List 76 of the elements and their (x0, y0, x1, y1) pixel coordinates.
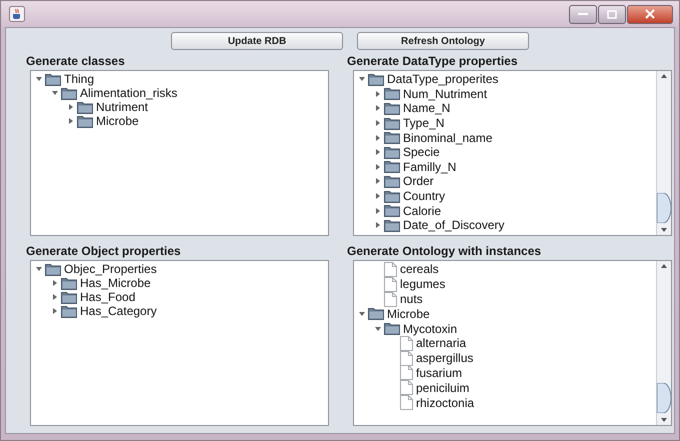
minimize-icon (578, 12, 588, 16)
tree-item[interactable]: Has_Food (80, 290, 136, 304)
tree-item[interactable]: peniciluim (416, 380, 470, 395)
folder-icon (384, 174, 400, 188)
folder-icon (77, 114, 93, 128)
folder-icon (384, 190, 400, 203)
minimize-button[interactable] (569, 4, 597, 24)
coffee-cup-icon (9, 6, 25, 22)
folder-icon (61, 276, 77, 290)
tree-item[interactable]: Nutriment (96, 100, 148, 114)
tree-item[interactable]: Specie (403, 145, 440, 160)
scrollbar[interactable] (656, 71, 671, 235)
tree-item[interactable]: Order (403, 174, 434, 188)
close-icon (645, 9, 655, 19)
tree-item[interactable]: Has_Microbe (80, 276, 151, 290)
document-icon (384, 292, 397, 306)
folder-icon (384, 204, 400, 218)
scroll-thumb[interactable] (657, 383, 671, 413)
tree-item[interactable]: DataType_properites (387, 72, 498, 86)
folder-icon (384, 131, 400, 144)
document-icon (400, 350, 413, 366)
tree-item[interactable]: Mycotoxin (403, 322, 458, 336)
folder-icon (45, 262, 61, 276)
folder-icon (384, 116, 400, 130)
tree-item[interactable]: Type_N (403, 116, 444, 130)
tree-item[interactable]: Thing (64, 72, 94, 86)
document-icon (400, 336, 413, 351)
folder-icon (77, 100, 93, 114)
tree-item[interactable]: nuts (400, 292, 423, 306)
tree-item[interactable]: Microbe (387, 306, 430, 321)
tree-item[interactable]: Familly_N (403, 160, 456, 174)
toolbar-button[interactable]: Refresh Ontology (357, 32, 529, 50)
scrollbar[interactable] (656, 261, 671, 425)
tree-item[interactable]: Objec_Properties (64, 262, 157, 276)
document-icon (400, 380, 413, 396)
tree-item[interactable]: Date_of_Discovery (403, 218, 504, 232)
tree-item[interactable]: Country (403, 189, 446, 204)
document-icon (400, 395, 413, 410)
folder-icon (45, 72, 61, 86)
tree-item[interactable]: Num_Nutriment (403, 86, 488, 101)
panel-heading: Generate Ontology with instances (347, 244, 542, 260)
tree-item[interactable]: Name_N (403, 101, 450, 116)
folder-icon (384, 218, 400, 232)
folder-icon (61, 86, 77, 100)
panel-heading: Generate classes (26, 54, 126, 70)
folder-icon (61, 290, 77, 304)
tree-item[interactable]: alternaria (416, 336, 466, 350)
tree-item[interactable]: Alimentation_risks (80, 86, 178, 100)
expanded-arrow-icon[interactable] (35, 265, 43, 273)
folder-icon (384, 146, 400, 159)
tree-item[interactable]: aspergillus (416, 351, 474, 366)
scroll-thumb[interactable] (657, 193, 671, 223)
folder-icon (368, 307, 384, 320)
folder-icon (384, 102, 400, 115)
panel-heading: Generate DataType properties (347, 54, 519, 70)
folder-icon (384, 322, 400, 336)
close-button[interactable] (627, 4, 673, 24)
folder-icon (368, 72, 384, 86)
tree-item[interactable]: Calorie (403, 204, 442, 218)
tree-item[interactable]: Binominal_name (403, 130, 492, 145)
maximize-button[interactable] (598, 4, 626, 24)
document-icon (400, 365, 413, 380)
tree-item[interactable]: Microbe (96, 114, 139, 128)
folder-icon (61, 304, 77, 318)
tree-item[interactable]: cereals (400, 262, 439, 276)
tree-item[interactable]: fusarium (416, 366, 462, 380)
folder-icon (384, 160, 400, 174)
maximize-icon (607, 10, 617, 18)
tree-item[interactable]: rhizoctonia (416, 396, 474, 410)
document-icon (384, 276, 397, 292)
tree-item[interactable]: Has_Category (80, 304, 157, 318)
expanded-arrow-icon[interactable] (358, 75, 366, 84)
toolbar-button[interactable]: Update RDB (171, 32, 343, 50)
tree-item[interactable]: legumes (400, 277, 446, 292)
folder-icon (384, 87, 400, 100)
panel-heading: Generate Object properties (26, 244, 182, 260)
